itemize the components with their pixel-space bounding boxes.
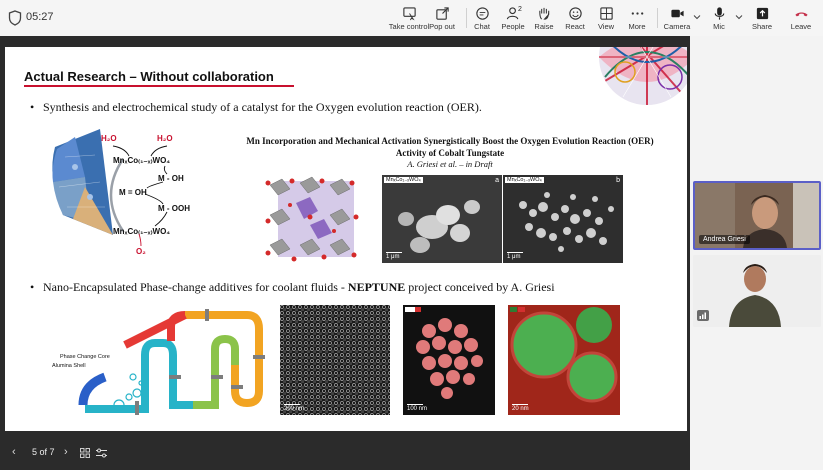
sem-nanoparticles-graphic	[519, 192, 614, 252]
alumina-shell-label: Alumina Shell	[52, 363, 86, 369]
grid-view-icon	[599, 7, 613, 20]
tem-image-2: 100 nm	[403, 305, 495, 415]
leave-button[interactable]: Leave	[780, 4, 822, 34]
emoji-icon	[568, 7, 582, 20]
tem-2-scalebar: 100 nm	[407, 406, 428, 412]
sem-image-a: MnₓCo₁₋ₓWO₄ a 1 μm	[382, 175, 502, 263]
presenter-controls: ‹ 5 of 7 ›	[0, 434, 690, 470]
participant-tile-andrea[interactable]: Andrea Griesi	[693, 181, 821, 250]
tem-eds-map-graphic	[508, 305, 620, 415]
participant-tile-remote[interactable]	[693, 255, 821, 327]
tem-texture-graphic	[280, 305, 390, 415]
camera-button[interactable]: Camera	[656, 4, 698, 34]
pop-out-icon	[435, 7, 449, 20]
slide-page-indicator: 5 of 7	[32, 447, 55, 457]
slide-grid-icon[interactable]	[80, 448, 90, 458]
sem-image-b: MnₓCo₁₋ₓWO₄ b 1 μm	[503, 175, 623, 263]
pop-out-label: Pop out	[429, 22, 455, 31]
chat-icon	[475, 7, 489, 20]
slide-title: Actual Research – Without collaboration	[24, 69, 274, 84]
more-label: More	[628, 22, 646, 31]
camera-label: Camera	[663, 22, 691, 31]
neptune-project-name: NEPTUNE	[347, 280, 406, 294]
bullet-neptune-pre: Nano-Encapsulated Phase-change additives…	[43, 280, 348, 294]
participant-panel	[690, 36, 823, 470]
shield-icon	[8, 10, 22, 26]
presentation-slide: Actual Research – Without collaboration …	[5, 47, 687, 431]
coolant-pipes-graphic	[78, 309, 265, 415]
more-dots-icon	[631, 12, 643, 15]
crystal-structure-graphic	[265, 176, 359, 262]
mic-button[interactable]: Mic	[698, 4, 740, 34]
people-count: 2	[518, 6, 522, 13]
camera-icon	[670, 9, 684, 18]
tem-1-scalebar: 200 nm	[284, 406, 305, 412]
sem-b-label: MnₓCo₁₋ₓWO₄	[505, 177, 544, 183]
microphone-icon	[714, 7, 724, 20]
next-slide-chevron-right-icon[interactable]: ›	[64, 446, 68, 458]
sem-a-letter: a	[495, 177, 499, 184]
title-underline	[24, 85, 294, 87]
mic-label: Mic	[713, 22, 725, 31]
phase-change-core-label: Phase Change Core	[60, 354, 110, 360]
tem-image-1: 200 nm	[280, 305, 390, 415]
signal-strength-icon	[697, 310, 709, 321]
sem-particles-graphic	[398, 200, 480, 253]
bullet-oer: Synthesis and electrochemical study of a…	[30, 100, 482, 115]
share-screen-icon	[756, 7, 768, 20]
sem-a-label: MnₓCo₁₋ₓWO₄	[384, 177, 423, 183]
share-label: Share	[751, 22, 772, 31]
settings-sliders-icon[interactable]	[96, 448, 107, 458]
paper-author: A. Griesi et al. – in Draft	[407, 159, 493, 169]
participant-name-andrea: Andrea Griesi	[699, 235, 750, 244]
hang-up-icon	[794, 12, 808, 17]
sem-b-letter: b	[616, 177, 620, 184]
decorative-sphere-graphic	[599, 47, 687, 105]
sem-b-scalebar: 1 μm	[507, 252, 523, 260]
take-control-icon	[402, 7, 416, 21]
tem-image-3: 20 nm	[508, 305, 620, 415]
pop-out-button[interactable]: Pop out	[421, 4, 463, 34]
share-button[interactable]: Share	[741, 4, 783, 34]
sem-a-scalebar: 1 μm	[386, 252, 402, 260]
participant-video-feed	[693, 255, 821, 327]
mechanism-arrows	[112, 145, 168, 247]
meeting-toolbar: 05:27 Take control Pop out Chat 2 People…	[0, 0, 823, 36]
meeting-timer: 05:27	[26, 11, 54, 23]
more-button[interactable]: More	[616, 4, 658, 34]
hand-icon	[538, 7, 549, 20]
bullet-neptune: Nano-Encapsulated Phase-change additives…	[30, 280, 555, 295]
paper-title: Mn Incorporation and Mechanical Activati…	[246, 136, 654, 158]
previous-slide-chevron-left-icon[interactable]: ‹	[12, 446, 16, 458]
leave-label: Leave	[790, 22, 812, 31]
tem-3-scalebar: 20 nm	[512, 406, 529, 412]
bullet-neptune-post: project conceived by A. Griesi	[405, 280, 555, 294]
tem-spheres-graphic	[405, 307, 483, 399]
